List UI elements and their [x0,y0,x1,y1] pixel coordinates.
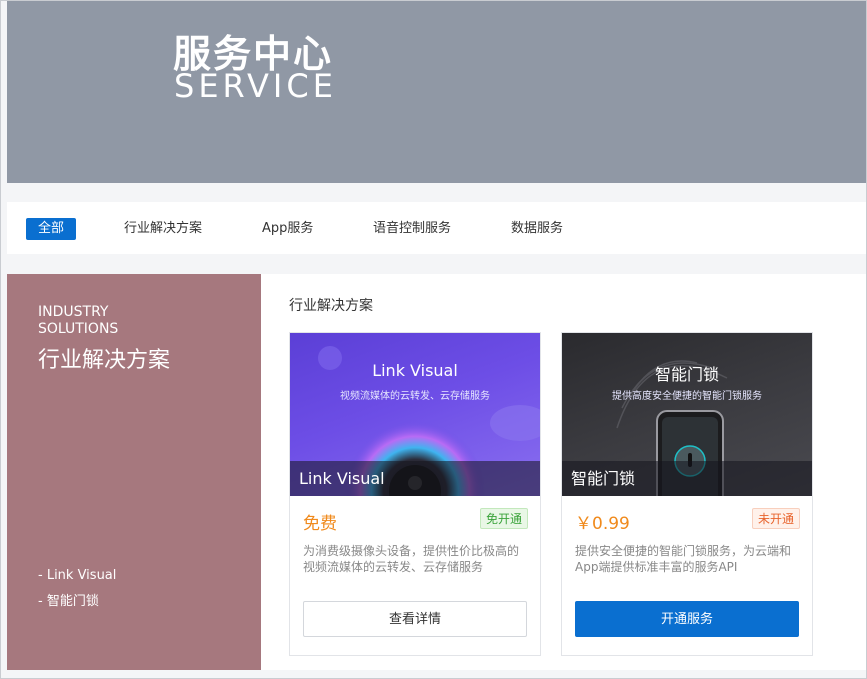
tab-voice-control-service[interactable]: 语音控制服务 [373,218,451,240]
smart-lock-image-subtitle: 提供高度安全便捷的智能门锁服务 [612,391,762,402]
tab-app-service[interactable]: App服务 [262,218,313,240]
link-visual-caption: Link Visual [290,461,540,496]
link-visual-status-badge: 免开通 [479,508,528,529]
smart-lock-image-title: 智能门锁 [654,365,719,384]
service-banner: 服务中心 SERVICE [7,1,866,183]
activate-service-button[interactable]: 开通服务 [575,601,799,637]
smart-lock-description: 提供安全便捷的智能门锁服务，为云端和App端提供标准丰富的服务API [575,544,792,574]
link-visual-image: Link Visual 视频流媒体的云转发、云存储服务 Link Visual [290,333,540,496]
banner-subtitle: SERVICE [174,67,337,105]
smart-lock-status-badge: 未开通 [751,508,800,529]
sidebar-title-en-line2: SOLUTIONS [38,321,119,337]
service-card-link-visual: Link Visual 视频流媒体的云转发、云存储服务 Link Visual … [289,332,541,656]
link-visual-image-title: Link Visual [372,361,458,380]
smart-lock-caption: 智能门锁 [562,461,812,496]
tab-industry-solutions[interactable]: 行业解决方案 [124,218,202,240]
tab-data-service[interactable]: 数据服务 [511,218,563,240]
category-sidebar: INDUSTRY SOLUTIONS 行业解决方案 - Link Visual … [7,274,261,670]
service-card-smart-lock: 智能门锁 提供高度安全便捷的智能门锁服务 智能门锁 ￥0.99 未开通 提供安全… [561,332,813,656]
smart-lock-price: ￥0.99 [575,514,630,534]
sidebar-title-zh: 行业解决方案 [38,348,171,373]
content-area: INDUSTRY SOLUTIONS 行业解决方案 - Link Visual … [7,274,866,670]
sidebar-title-en-line1: INDUSTRY [38,304,109,320]
sidebar-title-en: INDUSTRY SOLUTIONS [38,304,118,338]
sidebar-link-smart-lock[interactable]: - 智能门锁 [38,590,99,609]
link-visual-image-subtitle: 视频流媒体的云转发、云存储服务 [340,391,490,402]
tab-all[interactable]: 全部 [26,218,77,240]
view-details-button[interactable]: 查看详情 [303,601,527,637]
section-title: 行业解决方案 [289,298,373,314]
category-tabs: 全部 行业解决方案 App服务 语音控制服务 数据服务 [7,202,866,254]
smart-lock-image: 智能门锁 提供高度安全便捷的智能门锁服务 智能门锁 [562,333,812,496]
link-visual-price: 免费 [303,514,337,534]
sidebar-link-link-visual[interactable]: - Link Visual [38,568,116,583]
link-visual-description: 为消费级摄像头设备，提供性价比极高的视频流媒体的云转发、云存储服务 [303,544,520,574]
